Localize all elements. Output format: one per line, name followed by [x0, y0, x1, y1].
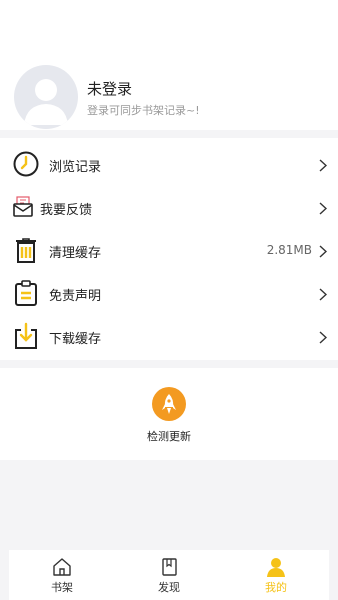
profile-login-hint: 登录可同步书架记录~! — [87, 104, 200, 117]
clock-icon — [12, 150, 40, 178]
menu-item-label: 清理缓存 — [49, 246, 102, 261]
tab-mine[interactable]: 我的 — [223, 550, 329, 600]
menu-item-label: 我要反馈 — [40, 203, 93, 218]
menu-item-downloads[interactable]: 下载缓存 — [0, 314, 338, 357]
rocket-icon[interactable] — [152, 387, 186, 421]
tab-label: 发现 — [158, 581, 180, 594]
tab-label: 书架 — [51, 581, 73, 594]
book-icon — [159, 557, 179, 577]
menu-item-label: 浏览记录 — [49, 160, 102, 175]
chevron-right-icon — [319, 200, 328, 215]
trash-icon — [12, 236, 40, 264]
avatar-icon[interactable] — [14, 65, 78, 129]
chevron-right-icon — [319, 329, 328, 344]
profile-header[interactable]: 未登录 登录可同步书架记录~! — [0, 0, 338, 130]
chevron-right-icon — [319, 157, 328, 172]
chevron-right-icon — [319, 286, 328, 301]
tab-label: 我的 — [265, 581, 287, 594]
user-icon — [266, 557, 286, 577]
menu-item-disclaimer[interactable]: 免责声明 — [0, 271, 338, 314]
tab-discover[interactable]: 发现 — [116, 550, 222, 600]
menu-item-label: 免责声明 — [49, 289, 102, 304]
check-update-section: 检测更新 — [0, 368, 338, 460]
menu-item-clear-cache[interactable]: 清理缓存 2.81MB — [0, 228, 338, 271]
bottom-tab-bar: 书架 发现 我的 — [9, 550, 329, 600]
menu-item-label: 下载缓存 — [49, 332, 102, 347]
check-update-label[interactable]: 检测更新 — [0, 428, 338, 444]
home-icon — [52, 557, 72, 577]
download-icon — [12, 322, 40, 350]
settings-menu: 浏览记录 我要反馈 清理缓存 2.81MB 免责声明 下载缓存 — [0, 138, 338, 360]
chevron-right-icon — [319, 243, 328, 258]
tab-bookshelf[interactable]: 书架 — [9, 550, 115, 600]
profile-name[interactable]: 未登录 — [87, 78, 132, 99]
feedback-envelope-icon — [12, 193, 40, 221]
menu-item-history[interactable]: 浏览记录 — [0, 142, 338, 185]
cache-size-value: 2.81MB — [266, 243, 312, 257]
menu-item-feedback[interactable]: 我要反馈 — [0, 185, 338, 228]
clipboard-icon — [12, 279, 40, 307]
